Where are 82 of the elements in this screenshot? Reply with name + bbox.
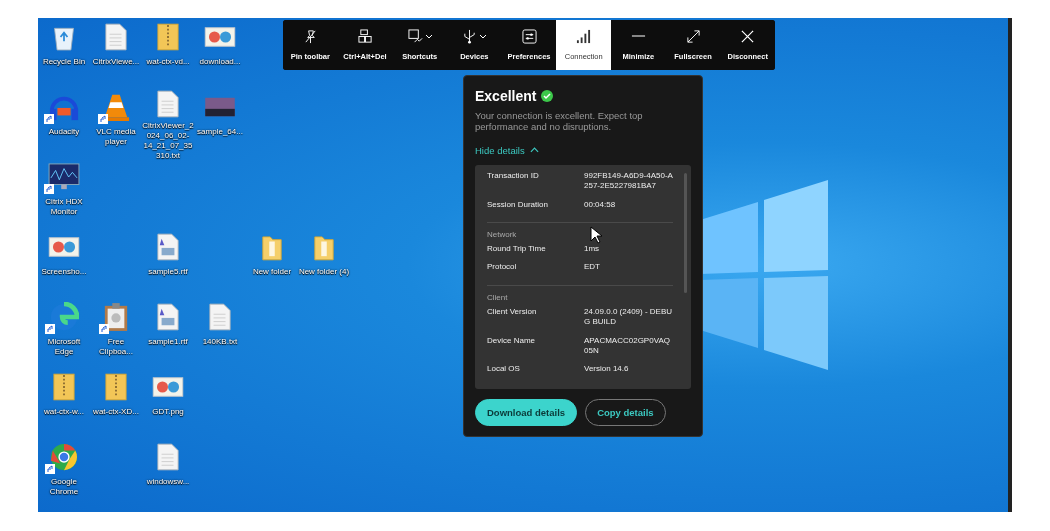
fullscreen-icon [685,29,701,44]
image-icon[interactable] [204,25,236,49]
photo-placeholder[interactable] [204,95,236,119]
desktop-icon-label[interactable]: sample5.rtf [142,267,194,277]
desktop-icon-label[interactable]: Microsoft Edge [38,337,90,357]
folder-icon[interactable] [313,233,335,261]
shortcut-arrow-icon [98,114,108,124]
zip-folder-icon[interactable] [53,372,75,402]
desktop-icon-label[interactable]: download... [194,57,246,67]
image-icon[interactable] [48,235,80,259]
image-icon[interactable] [152,375,184,399]
edge-browser-icon[interactable] [49,302,79,332]
section-heading: Client [487,292,508,302]
sliders-icon [521,29,537,44]
document-icon[interactable] [157,90,179,118]
shortcut-arrow-icon [44,114,54,124]
close-icon [740,29,756,44]
desktop-icon-label[interactable]: wat-ctx-w... [38,407,90,417]
document-icon[interactable] [105,23,127,51]
detail-label: Local OS [487,364,521,375]
desktop-icon-label[interactable]: sample1.rtf [142,337,194,347]
desktop-icon-label[interactable]: VLC media player [90,127,142,147]
detail-label: Transaction ID [487,170,540,182]
desktop-icon-label[interactable]: Google Chrome [38,477,90,497]
document-icon[interactable] [157,303,179,331]
document-icon[interactable] [157,233,179,261]
mouse-cursor-icon [590,226,602,244]
shortcut-arrow-icon [44,184,54,194]
desktop-icon-label[interactable]: windowsw... [142,477,194,487]
desktop-icon-label[interactable]: 140KB.txt [194,337,246,347]
shortcut-arrow-icon [99,324,109,334]
monitor-icon[interactable] [48,163,80,191]
signal-icon [576,29,592,44]
details-button[interactable]: Download details [475,398,578,426]
desktop-icon-label[interactable]: New folder [246,267,298,277]
desktop-icon-label[interactable]: wat-ctx-XD... [90,407,142,417]
desktop-icon-label[interactable]: Citrix HDX Monitor [38,197,90,217]
desktop-icon-label[interactable]: CitrixViewe... [90,57,142,67]
squares-icon [357,29,373,44]
zip-folder-icon[interactable] [157,22,179,52]
detail-value: Version 14.6 [584,364,630,375]
desktop-icon-label[interactable]: Free Clipboa... [90,337,142,357]
check-circle-icon [541,90,554,102]
hide-details-link[interactable]: Hide details [475,144,539,156]
zip-folder-icon[interactable] [105,372,127,402]
desktop-icon-label[interactable]: Recycle Bin [38,57,90,67]
detail-value: APACMACC02GP0VAQ05N [584,335,671,357]
scrollbar-thumb[interactable] [684,172,687,293]
shortcut-icon [407,29,423,44]
detail-label: Round Trip Time [487,243,547,255]
detail-label: Session Duration [487,199,549,210]
desktop-icon-label[interactable]: Audacity [38,127,90,137]
document-icon[interactable] [157,443,179,471]
desktop-icon-label[interactable]: sample_64... [194,127,246,137]
detail-value: 00:04:58 [584,199,617,210]
minimize-icon [630,35,646,37]
desktop-icon-label[interactable]: New folder (4) [298,267,350,277]
section-heading: Network [487,229,517,239]
desktop-icon-label[interactable]: wat-ctx-vd... [142,57,194,67]
status-title: Excellent [475,88,537,104]
detail-value: 24.09.0.0 (2409) - DEBUG BUILD [584,306,673,328]
usb-icon [462,29,478,44]
desktop-icon-label[interactable]: GDT.png [142,407,194,417]
shortcut-arrow-icon [45,464,55,474]
desktop-icon-label[interactable]: CitrixViewer_2024_06_02-14_21_07_35310.txt [142,121,194,161]
details-button[interactable]: Copy details [585,398,666,426]
document-icon[interactable] [209,303,231,331]
chevron-up-icon [529,147,539,154]
desktop-icon-label[interactable]: Screensho... [38,267,90,277]
detail-label: Protocol [487,262,518,273]
clipboard-icon[interactable] [103,302,129,332]
pin-icon [302,29,318,44]
shortcut-arrow-icon [45,324,55,334]
window-logo-icon [700,180,830,370]
detail-value: EDT [584,262,601,273]
status-description: Your connection is excellent. Expect top performance and no disruptions. [475,110,644,133]
folder-icon[interactable] [261,233,283,261]
detail-value: 1ms [584,243,601,255]
detail-value: 992FB149-A6D9-4A50-A257-2E5227981BA7 [584,170,673,192]
detail-label: Device Name [487,335,536,347]
chrome-browser-icon[interactable] [49,442,79,472]
detail-label: Client Version [487,306,538,318]
